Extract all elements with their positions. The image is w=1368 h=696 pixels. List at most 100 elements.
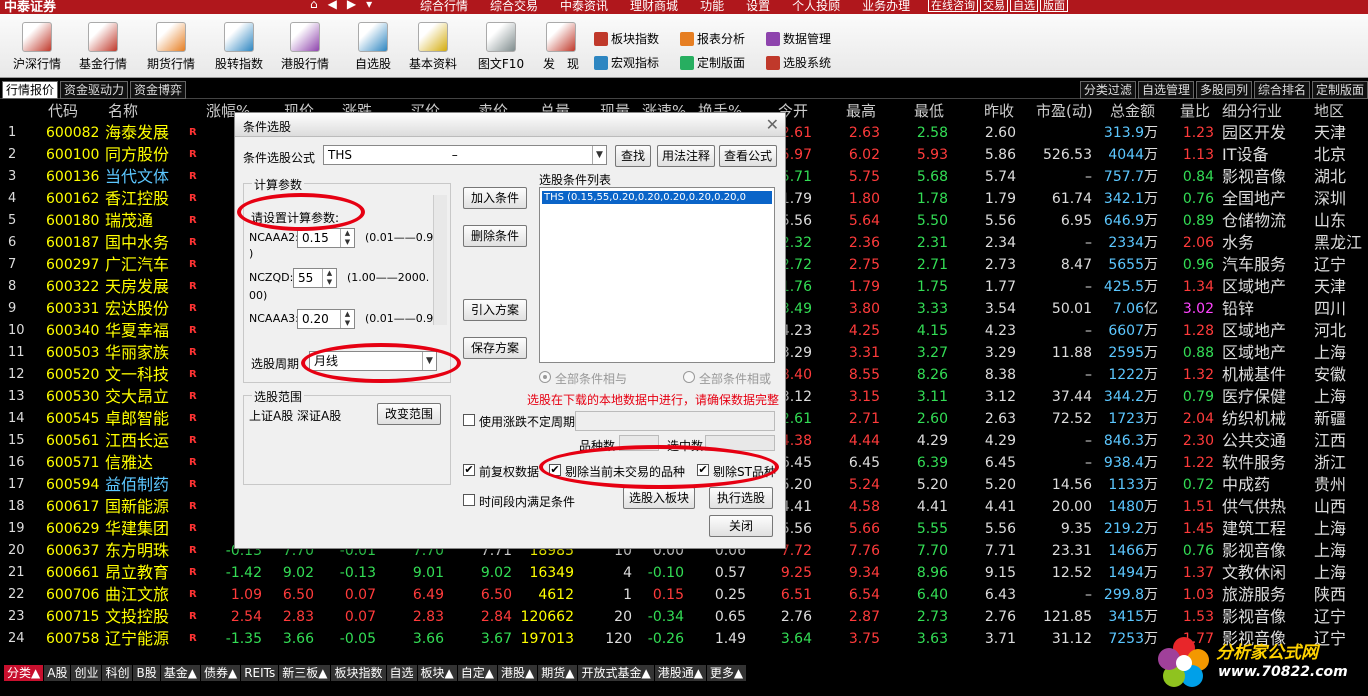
view-tab-right[interactable]: 定制版面 [1311,81,1368,99]
close-button[interactable]: 关闭 [709,515,773,537]
bottom-tab[interactable]: 科创 [102,665,134,681]
column-header[interactable]: 名称 [108,100,138,122]
param-input-3[interactable]: 0.20 ▲ ▼ [297,309,355,329]
toolbar-small-button[interactable]: 数据管理 [766,30,831,47]
toolbar-button[interactable]: 基本资料 [400,22,466,72]
bottom-tab[interactable]: 债券▲ [200,665,242,681]
view-tab[interactable]: 资金博弈 [130,81,187,99]
table-row[interactable]: 23 600715 文投控股 R 2.54 2.83 0.07 2.83 2.84 120662 2… [0,606,1368,628]
menu-item[interactable]: 个人投顾 [792,0,840,14]
radio-and[interactable] [539,371,551,383]
toolbar-small-button[interactable]: 板块指数 [594,30,659,47]
bottom-tab[interactable]: 板块指数 [331,665,387,681]
bottom-tab[interactable]: B股 [133,665,161,681]
top-right-button[interactable]: 在线咨询 [928,0,978,12]
params-scrollbar[interactable] [433,195,447,325]
toolbar-button[interactable]: 期货行情 [138,22,204,72]
close-icon[interactable]: ✕ [766,115,779,134]
toolbar-small-button[interactable]: 宏观指标 [594,54,659,71]
table-row[interactable]: 22 600706 曲江文旅 R 1.09 6.50 0.07 6.49 6.50 4612 1 0.… [0,584,1368,606]
usage-button[interactable]: 用法注释 [657,145,715,167]
toolbar-button[interactable]: 港股行情 [272,22,338,72]
bottom-tab[interactable]: 新三板▲ [279,665,332,681]
condition-list-item[interactable]: THS (0.15,55,0.20,0.20,0.20,0.20,0.20,0 [542,191,772,204]
bottom-tab[interactable]: 创业 [71,665,103,681]
time-range-checkbox[interactable] [463,494,475,506]
spinner-icon[interactable]: ▲ ▼ [322,269,336,287]
toolbar-button[interactable]: 股转指数 [206,22,272,72]
view-tab-right[interactable]: 自选管理 [1137,81,1194,99]
toolbar-button[interactable]: 发 现 [528,22,594,72]
bottom-tab[interactable]: 分类▲ [4,665,45,681]
condition-list[interactable]: THS (0.15,55,0.20,0.20,0.20,0.20,0.20,0 [539,187,775,363]
menu-item[interactable]: 理财商城 [630,0,678,14]
toolbar-button[interactable]: 自选股 [340,22,406,72]
menu-item[interactable]: 中泰资讯 [560,0,608,14]
column-header[interactable]: 最低 [914,100,944,122]
bottom-tab[interactable]: A股 [44,665,72,681]
change-scope-button[interactable]: 改变范围 [377,403,441,425]
toolbar-button[interactable]: 基金行情 [70,22,136,72]
view-tab-right[interactable]: 综合排名 [1253,81,1310,99]
toolbar-button[interactable]: 沪深行情 [4,22,70,72]
rehab-checkbox[interactable]: ✔ [463,464,475,476]
column-header[interactable]: 昨收 [984,100,1014,122]
chevron-down-icon[interactable]: ▼ [592,146,606,164]
menu-item[interactable]: 业务办理 [862,0,910,14]
column-header[interactable]: 量比 [1180,100,1210,122]
menu-item[interactable]: 设置 [746,0,770,14]
save-plan-button[interactable]: 保存方案 [463,337,527,359]
menu-item[interactable]: 综合交易 [490,0,538,14]
menu-item[interactable]: 综合行情 [420,0,468,14]
toolbar-small-button[interactable]: 定制版面 [680,54,745,71]
view-tab[interactable]: 资金驱动力 [60,81,129,99]
bottom-tab[interactable]: REITs [241,665,280,681]
column-header[interactable]: 代码 [48,100,78,122]
forward-icon[interactable]: ▶ [347,0,356,11]
table-row[interactable]: 21 600661 昂立教育 R -1.42 9.02 -0.13 9.01 9.02 16349… [0,562,1368,584]
menu-item[interactable]: 功能 [700,0,724,14]
toolbar-small-button[interactable]: 报表分析 [680,30,745,47]
toolbar-button[interactable]: 图文F10 [468,22,534,72]
dropdown-icon[interactable]: ▾ [366,0,372,11]
spinner-icon[interactable]: ▲ ▼ [340,229,354,247]
view-tab-right[interactable]: 分类过滤 [1079,81,1136,99]
bottom-tab[interactable]: 更多▲ [706,665,748,681]
column-header[interactable]: 市盈(动) [1036,100,1093,122]
top-right-button[interactable]: 交易 [980,0,1008,12]
param-input-2[interactable]: 55 ▲ ▼ [293,268,337,288]
param-input-1[interactable]: 0.15 ▲ ▼ [297,228,355,248]
radio-or[interactable] [683,371,695,383]
column-header[interactable]: 地区 [1314,100,1344,122]
import-plan-button[interactable]: 引入方案 [463,299,527,321]
bottom-tab[interactable]: 板块▲ [417,665,458,681]
unfixed-period-checkbox[interactable] [463,414,475,426]
query-button[interactable]: 查找 [615,145,651,167]
top-right-button[interactable]: 版面 [1040,0,1068,12]
formula-select[interactable]: THS – ▼ [323,145,607,165]
view-formula-button[interactable]: 查看公式 [719,145,777,167]
add-condition-button[interactable]: 加入条件 [463,187,527,209]
run-screening-button[interactable]: 执行选股 [709,487,773,509]
bottom-tab[interactable]: 开放式基金▲ [578,665,655,681]
spinner-icon[interactable]: ▲ ▼ [340,310,354,328]
top-right-button[interactable]: 自选 [1010,0,1038,12]
bottom-tab[interactable]: 基金▲ [160,665,201,681]
bottom-tab[interactable]: 期货▲ [538,665,579,681]
home-icon[interactable]: ⌂ [310,0,318,11]
column-header[interactable]: 总金额 [1110,100,1155,122]
row-number: 9 [8,301,17,316]
back-icon[interactable]: ◀ [328,0,337,11]
delete-condition-button[interactable]: 删除条件 [463,225,527,247]
toolbar-small-button[interactable]: 选股系统 [766,54,831,71]
column-header[interactable]: 最高 [846,100,876,122]
view-tab[interactable]: 行情报价 [2,81,59,99]
bottom-tab[interactable]: 自选 [386,665,418,681]
bottom-tab[interactable]: 自定▲ [457,665,498,681]
bottom-tab[interactable]: 港股通▲ [654,665,707,681]
column-header[interactable]: 细分行业 [1222,100,1282,122]
small-tool-icon [766,55,780,70]
view-tab-right[interactable]: 多股同列 [1195,81,1252,99]
bottom-tab[interactable]: 港股▲ [497,665,539,681]
to-block-button[interactable]: 选股入板块 [623,487,695,509]
